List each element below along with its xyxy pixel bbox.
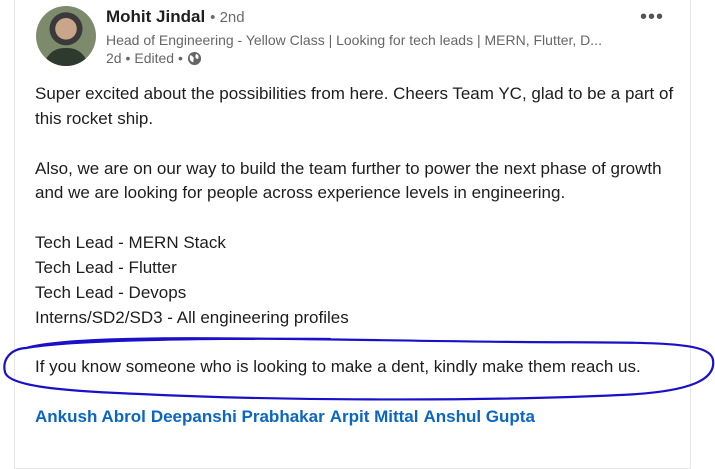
mention-link[interactable]: Arpit Mittal [330, 407, 419, 426]
mention-link[interactable]: Ankush Abrol [35, 407, 146, 426]
role-item: Interns/SD2/SD3 - All engineering profil… [35, 307, 349, 327]
post-paragraph: Super excited about the possibilities fr… [35, 84, 674, 128]
author-headline: Head of Engineering - Yellow Class | Loo… [106, 32, 602, 48]
post-meta: 2d • Edited • [106, 50, 202, 66]
author-row: Mohit Jindal • 2nd [106, 7, 245, 29]
role-item: Tech Lead - Devops [35, 282, 187, 302]
connection-degree: • 2nd [210, 9, 245, 26]
role-item: Tech Lead - MERN Stack [35, 233, 226, 253]
post-time: 2d • [106, 50, 131, 66]
globe-icon [187, 51, 201, 65]
author-avatar[interactable] [36, 6, 96, 66]
role-item: Tech Lead - Flutter [35, 257, 177, 277]
author-name[interactable]: Mohit Jindal [106, 7, 205, 27]
post-paragraph: Also, we are on our way to build the tea… [35, 158, 662, 203]
edited-label: Edited • [134, 50, 183, 66]
mention-link[interactable]: Deepanshi Prabhakar [151, 407, 325, 426]
post-body: Super excited about the possibilities fr… [35, 82, 675, 380]
more-options-button[interactable]: ••• [640, 6, 664, 29]
highlighted-text: If you know someone who is looking to ma… [35, 357, 641, 377]
mention-link[interactable]: Anshul Gupta [423, 407, 534, 426]
mentions-row: Ankush Abrol Deepanshi Prabhakar Arpit Mit… [35, 407, 540, 427]
